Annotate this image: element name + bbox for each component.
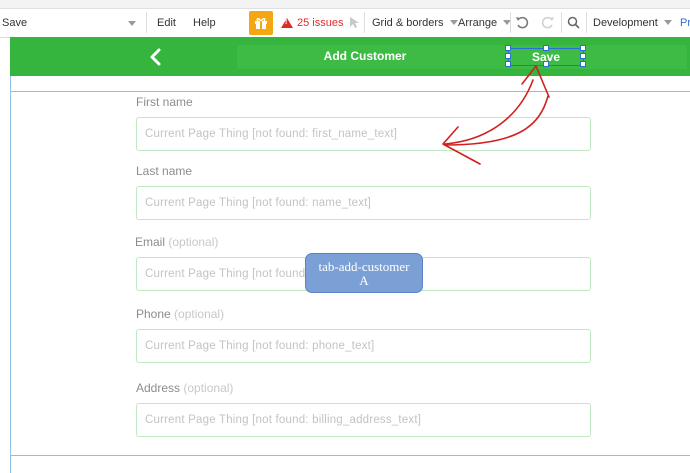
resize-handle[interactable] xyxy=(543,45,549,51)
inspect-button[interactable] xyxy=(348,8,361,37)
phone-label: Phone (optional) xyxy=(136,307,224,321)
email-label: Email (optional) xyxy=(135,235,218,249)
email-optional-hint: (optional) xyxy=(168,235,219,249)
search-icon xyxy=(567,16,580,29)
issues-count: 25 issues xyxy=(297,16,344,29)
canvas-bottom-guide xyxy=(10,455,690,456)
address-label-text: Address xyxy=(136,381,181,395)
page-selector[interactable]: Save xyxy=(2,8,142,37)
page-selector-value: Save xyxy=(2,16,28,29)
resize-handle[interactable] xyxy=(505,61,511,67)
last-name-label: Last name xyxy=(136,164,193,178)
element-tooltip: tab-add-customer A xyxy=(305,253,423,293)
toolbar-divider xyxy=(586,12,587,33)
app-header: Add Customer Save xyxy=(10,37,690,76)
chevron-left-icon xyxy=(150,48,161,66)
search-button[interactable] xyxy=(567,8,580,37)
grid-borders-label: Grid & borders xyxy=(372,16,444,29)
tooltip-element-name: tab-add-customer xyxy=(318,259,410,274)
editor-toolbar: Save Edit Help 25 issues Grid & borders … xyxy=(0,0,690,38)
phone-input[interactable]: Current Page Thing [not found: phone_tex… xyxy=(136,329,591,363)
redo-button[interactable] xyxy=(541,8,555,37)
arrange-label: Arrange xyxy=(458,16,498,29)
toolbar-divider xyxy=(364,12,365,33)
tooltip-element-tag: A xyxy=(359,273,369,288)
address-label: Address (optional) xyxy=(136,381,233,395)
undo-button[interactable] xyxy=(515,8,529,37)
toolbar-divider xyxy=(561,12,562,33)
phone-optional-hint: (optional) xyxy=(174,307,225,321)
grid-borders-menu[interactable]: Grid & borders xyxy=(372,8,458,37)
cursor-pointer-icon xyxy=(350,17,359,28)
environment-label: Development xyxy=(593,16,658,29)
first-name-input[interactable]: Current Page Thing [not found: first_nam… xyxy=(136,117,591,151)
resize-handle[interactable] xyxy=(580,45,586,51)
address-optional-hint: (optional) xyxy=(183,381,234,395)
chevron-down-icon xyxy=(449,20,458,25)
chevron-down-icon xyxy=(128,20,136,26)
resize-handle[interactable] xyxy=(543,61,549,67)
first-name-label: First name xyxy=(136,95,193,109)
issues-indicator[interactable]: 25 issues xyxy=(281,8,343,37)
resize-handle[interactable] xyxy=(505,45,511,51)
resize-handle[interactable] xyxy=(505,53,511,59)
toolbar-divider xyxy=(510,12,511,33)
redo-icon xyxy=(541,16,554,28)
resize-handle[interactable] xyxy=(580,61,586,67)
canvas-left-border xyxy=(10,37,11,473)
canvas-top-guide xyxy=(10,91,690,92)
email-label-text: Email xyxy=(135,235,166,249)
address-input[interactable]: Current Page Thing [not found: billing_a… xyxy=(136,403,591,437)
help-menu[interactable]: Help xyxy=(193,8,216,37)
warning-icon xyxy=(281,17,293,28)
toolbar-divider xyxy=(146,12,147,33)
gift-button[interactable] xyxy=(249,8,273,37)
back-button[interactable] xyxy=(146,45,166,69)
arrange-menu[interactable]: Arrange xyxy=(458,8,512,37)
page-title: Add Customer xyxy=(323,49,407,63)
edit-menu[interactable]: Edit xyxy=(157,8,176,37)
resize-handle[interactable] xyxy=(580,53,586,59)
preview-button[interactable]: Pr xyxy=(680,8,690,37)
phone-label-text: Phone xyxy=(136,307,171,321)
gift-icon xyxy=(249,10,273,35)
last-name-input[interactable]: Current Page Thing [not found: name_text… xyxy=(136,186,591,220)
environment-selector[interactable]: Development xyxy=(593,8,672,37)
undo-icon xyxy=(516,16,529,28)
chevron-down-icon xyxy=(663,20,672,25)
